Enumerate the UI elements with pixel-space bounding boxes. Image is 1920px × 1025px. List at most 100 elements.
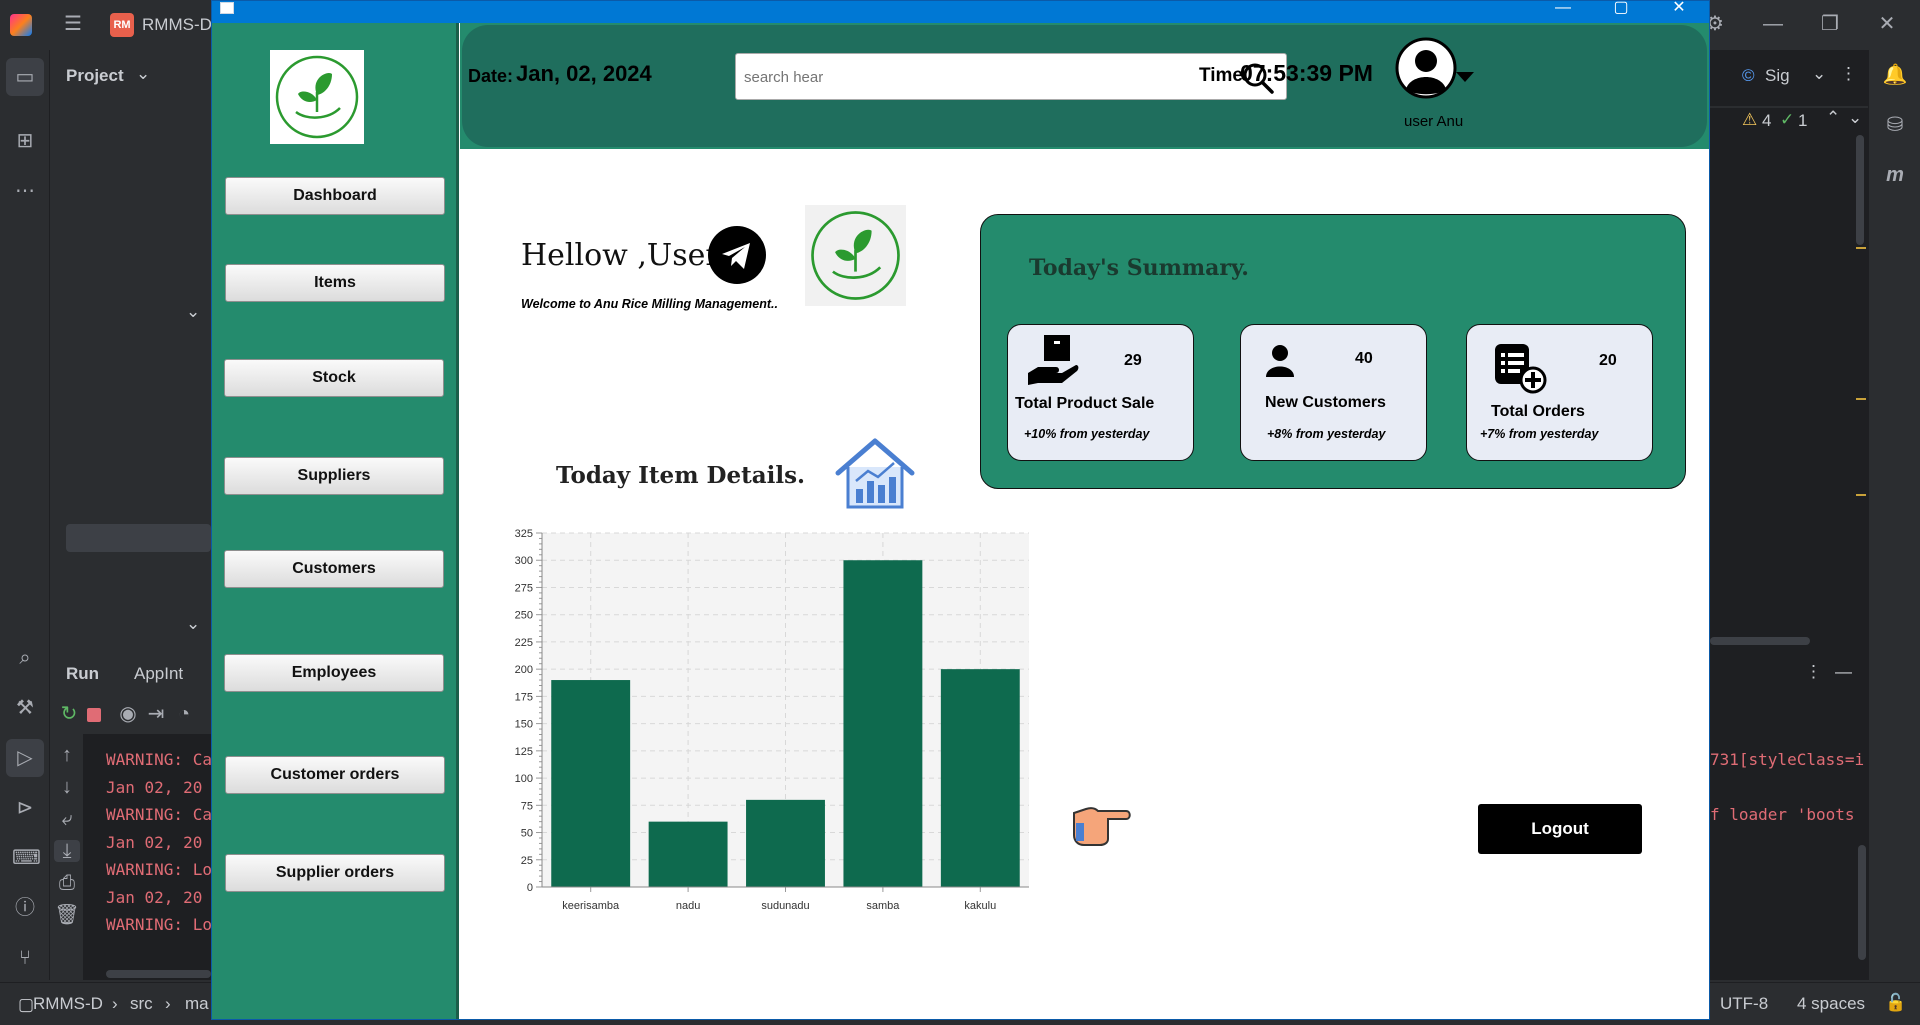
collapse-chevron-icon[interactable]: ⌄ — [186, 302, 200, 322]
camera-icon[interactable]: ◉ — [115, 703, 141, 725]
logout-button[interactable]: Logout — [1478, 804, 1642, 854]
new-customers-card[interactable]: 40 New Customers +8% from yesterday — [1240, 324, 1427, 461]
project-panel-label[interactable]: Project — [66, 66, 124, 86]
editor-vscroll-thumb[interactable] — [1856, 135, 1864, 245]
indent-setting[interactable]: 4 spaces — [1797, 994, 1865, 1014]
expand-chevron-icon[interactable]: ⌄ — [186, 614, 200, 634]
run-play-icon: ▷ — [17, 747, 33, 769]
x-tick-label: kakulu — [964, 900, 996, 912]
user-avatar-icon[interactable] — [1395, 37, 1457, 99]
console-line: WARNING: Lo — [106, 915, 212, 934]
breadcrumb-item[interactable]: src — [130, 994, 153, 1014]
console-hscroll-thumb[interactable] — [106, 970, 211, 978]
git-icon[interactable]: ⑂ — [12, 947, 38, 969]
nav-supplier-orders-button[interactable]: Supplier orders — [225, 854, 445, 892]
settings-icon[interactable]: ◔ — [171, 703, 197, 725]
window-title-bar: — ▢ ✕ — [212, 1, 1709, 23]
y-tick-label: 275 — [515, 582, 533, 594]
console-vscroll-thumb[interactable] — [1858, 845, 1866, 960]
check-count[interactable]: 1 — [1798, 111, 1807, 131]
summary-panel: Today's Summary. 29 Total Product Sale +… — [980, 214, 1686, 489]
terminal-icon[interactable]: ⌨ — [12, 847, 41, 869]
module-icon: ▢ — [18, 995, 35, 1014]
warning-count[interactable]: 4 — [1762, 111, 1771, 131]
bar-kakulu — [940, 669, 1020, 887]
nav-suppliers-button[interactable]: Suppliers — [224, 457, 444, 495]
ide-minimize-icon[interactable]: — — [1760, 13, 1786, 35]
y-tick-label: 175 — [515, 691, 533, 703]
scroll-up-icon[interactable]: ↑ — [54, 744, 80, 766]
nav-employees-button[interactable]: Employees — [224, 654, 444, 692]
print-icon[interactable]: ⎙ — [54, 872, 80, 894]
dropdown-chevron-icon[interactable]: ⌄ — [1812, 64, 1826, 84]
console-line: 731[styleClass=i — [1710, 750, 1865, 769]
project-tool-button[interactable]: ▭ — [6, 58, 44, 96]
chevron-down-icon[interactable]: ⌄ — [136, 64, 150, 84]
more-tools-icon[interactable]: ⋯ — [12, 180, 38, 202]
run-tab[interactable]: Run — [66, 664, 99, 684]
console-output-left: WARNING: Ca Jan 02, 20 WARNING: Ca Jan 0… — [106, 750, 212, 943]
project-badge-icon: RM — [110, 13, 134, 37]
app-run-tab[interactable]: AppInt — [134, 664, 183, 684]
nav-customers-button[interactable]: Customers — [224, 550, 444, 588]
editor-tabs-divider — [1710, 106, 1868, 108]
user-menu-chevron-icon[interactable] — [1454, 70, 1476, 84]
scroll-end-icon[interactable]: ⤓ — [54, 840, 80, 862]
maximize-icon[interactable]: ▢ — [1592, 1, 1650, 23]
user-name-label: user Anu — [1404, 113, 1464, 130]
console-line: Jan 02, 20 — [106, 832, 203, 852]
trash-icon[interactable]: 🗑 — [54, 904, 80, 926]
product-sale-card[interactable]: 29 Total Product Sale +10% from yesterda… — [1007, 324, 1194, 461]
minimize-icon[interactable]: — — [1534, 1, 1592, 23]
structure-icon[interactable]: ⊞ — [12, 130, 38, 152]
database-icon[interactable]: ⛁ — [1882, 114, 1908, 136]
nav-customer-orders-button[interactable]: Customer orders — [225, 756, 445, 794]
project-scroll-thumb[interactable] — [66, 524, 211, 552]
header-bar: Date: Jan, 02, 2024 Time 07:53:39 PM use… — [460, 23, 1709, 149]
signin-label[interactable]: Sig — [1765, 66, 1790, 86]
problems-icon[interactable]: ⓘ — [12, 897, 38, 919]
telegram-icon[interactable] — [708, 226, 766, 284]
search-tool-icon[interactable]: ⌕ — [12, 647, 38, 669]
next-highlight-icon[interactable]: ⌄ — [1848, 108, 1862, 128]
soft-wrap-icon[interactable]: ⤶ — [54, 808, 80, 830]
stop-icon[interactable] — [87, 708, 101, 722]
marker — [1856, 247, 1866, 249]
more-options-icon[interactable]: ⋮ — [1805, 662, 1822, 682]
total-orders-card[interactable]: 20 Total Orders +7% from yesterday — [1466, 324, 1653, 461]
services-icon[interactable]: ⊳ — [12, 797, 38, 819]
scroll-down-icon[interactable]: ↓ — [54, 776, 80, 798]
main-menu-icon[interactable]: ☰ — [60, 13, 86, 35]
console-line: WARNING: Ca — [106, 750, 212, 769]
ide-restore-icon[interactable]: ❐ — [1817, 13, 1843, 35]
new-customers-change: +8% from yesterday — [1267, 427, 1386, 441]
signin-icon[interactable]: © — [1742, 66, 1755, 86]
search-input[interactable] — [744, 62, 1214, 92]
app-window: — ▢ ✕ Dashboard Items Stock Suppliers Cu… — [211, 0, 1710, 1020]
ide-right-toolbar: 🔔 ⛁ m — [1868, 50, 1920, 980]
file-encoding[interactable]: UTF-8 — [1720, 994, 1768, 1014]
rerun-icon[interactable]: ↻ — [56, 703, 82, 725]
notifications-bell-icon[interactable]: 🔔 — [1882, 64, 1908, 86]
ide-close-icon[interactable]: ✕ — [1874, 13, 1900, 35]
exit-icon[interactable]: ⇥ — [143, 703, 169, 725]
more-options-icon[interactable]: ⋮ — [1840, 64, 1857, 84]
maven-icon[interactable]: m — [1882, 164, 1908, 186]
house-chart-icon — [835, 438, 915, 509]
build-hammer-icon[interactable]: ⚒ — [12, 697, 38, 719]
breadcrumb-item[interactable]: RMMS-D — [33, 994, 103, 1014]
nav-stock-button[interactable]: Stock — [224, 359, 444, 397]
editor-hscroll-thumb[interactable] — [1710, 637, 1810, 645]
prev-highlight-icon[interactable]: ⌃ — [1826, 108, 1840, 128]
close-icon[interactable]: ✕ — [1650, 1, 1708, 23]
breadcrumb-item[interactable]: ma — [185, 994, 209, 1014]
item-details-title: Today Item Details. — [556, 462, 806, 489]
time-value: 07:53:39 PM — [1240, 60, 1373, 86]
run-tool-button[interactable]: ▷ — [6, 739, 44, 777]
project-name-tab[interactable]: RMMS-D — [142, 15, 212, 35]
sidebar: Dashboard Items Stock Suppliers Customer… — [212, 23, 459, 1019]
hide-panel-icon[interactable]: — — [1835, 662, 1852, 682]
nav-dashboard-button[interactable]: Dashboard — [225, 177, 445, 215]
lock-icon[interactable]: 🔓 — [1885, 993, 1906, 1013]
nav-items-button[interactable]: Items — [225, 264, 445, 302]
